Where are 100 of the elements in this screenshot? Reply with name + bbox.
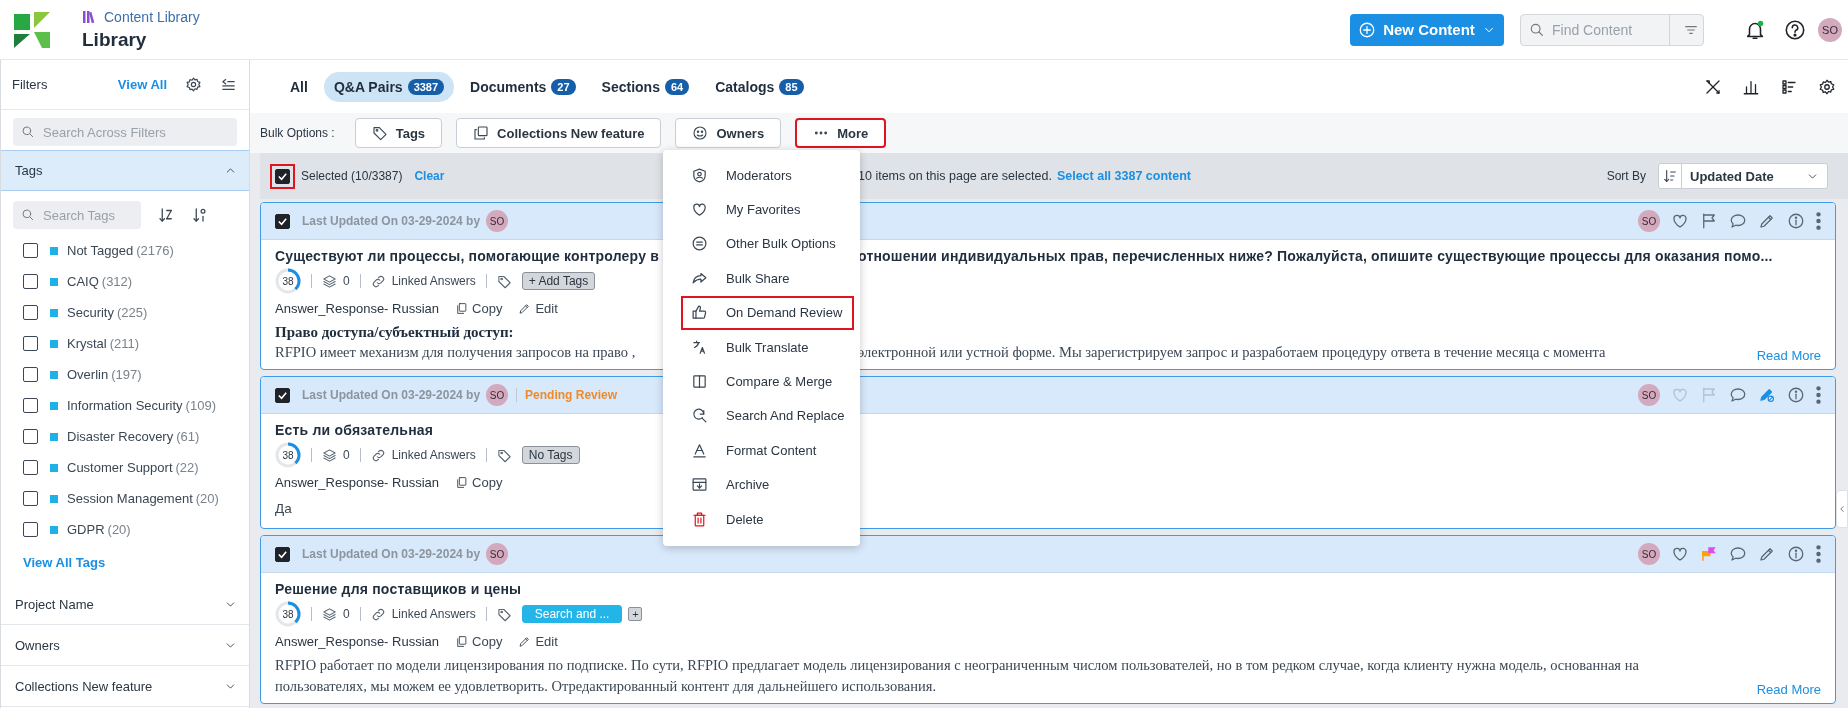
tag-checkbox[interactable] — [23, 336, 38, 351]
tag-checkbox[interactable] — [23, 460, 38, 475]
answer-text: электронной или устной форме. Мы зарегистрируем запрос и разработаем процедуру ответа в течение месяца с момента — [858, 343, 1606, 362]
view-all-link[interactable]: View All — [117, 77, 167, 92]
bulk-option-button[interactable]: Collections New feature — [456, 118, 662, 148]
link-icon — [370, 273, 386, 289]
tag-label: Customer Support — [67, 460, 173, 475]
pencil-icon — [518, 634, 532, 648]
tag-color-square — [50, 432, 58, 441]
edit-link[interactable]: Edit — [518, 300, 558, 316]
tag-checkbox[interactable] — [23, 491, 38, 506]
search-input[interactable]: Find Content — [1550, 20, 1660, 39]
filter-section-header[interactable]: Tags — [1, 150, 249, 191]
tag-checkbox[interactable] — [23, 274, 38, 289]
smiley-icon — [692, 125, 709, 141]
menu-item[interactable]: My Favorites — [681, 192, 854, 227]
edit-link[interactable]: Edit — [518, 633, 558, 649]
sort-dropdown[interactable]: Updated Date — [1682, 163, 1828, 189]
card-checkbox[interactable] — [275, 546, 290, 562]
settings-icon — [1818, 77, 1836, 96]
heart-icon — [691, 201, 708, 219]
select-all-checkbox[interactable] — [275, 168, 290, 184]
sort-order-button[interactable] — [1658, 163, 1682, 189]
search-input[interactable]: Search Across Filters — [41, 123, 237, 141]
search-refresh-icon — [691, 407, 708, 425]
tab[interactable]: Documents 27 — [460, 71, 586, 102]
checkmark-icon — [277, 548, 288, 560]
sort-by-label: Sort By — [1606, 169, 1646, 183]
app-name[interactable]: Content Library — [104, 8, 200, 25]
search-icon — [21, 125, 35, 139]
tag-color-square — [50, 525, 58, 534]
layers-icon — [322, 273, 337, 289]
bell-icon — [1744, 18, 1766, 41]
tab[interactable]: All — [280, 71, 318, 102]
count-badge: 3387 — [407, 78, 445, 95]
user-avatar[interactable]: SO — [1818, 17, 1842, 42]
tag-checkbox[interactable] — [23, 367, 38, 382]
menu-item[interactable]: Search And Replace — [681, 398, 854, 434]
tag-search-field[interactable]: Search Tags — [13, 201, 141, 229]
filter-search-field[interactable]: Search Across Filters — [13, 118, 237, 146]
linked-answers-text: Linked Answers — [391, 607, 476, 621]
answer-text: RFPIO имеет механизм для получения запросов на право , — [275, 343, 637, 362]
menu-item[interactable]: Bulk Share — [681, 261, 854, 296]
bulk-option-button[interactable]: More — [795, 118, 887, 148]
bulk-option-button[interactable]: Tags — [354, 118, 443, 148]
copy-link[interactable]: Copy — [455, 300, 503, 316]
checkmark-icon — [277, 215, 288, 227]
tag-color-square — [50, 246, 58, 255]
tag-count: (61) — [176, 429, 200, 444]
plus-circle-icon — [1358, 20, 1377, 39]
read-more-link[interactable]: Read More — [1756, 348, 1821, 363]
menu-item[interactable]: Bulk Translate — [681, 329, 854, 365]
menu-item[interactable]: Delete — [681, 501, 854, 537]
tag-color-square — [50, 308, 58, 317]
menu-item[interactable]: Archive — [681, 467, 854, 502]
copy-icon — [455, 475, 469, 489]
bulk-option-button[interactable]: Owners — [675, 118, 782, 148]
selected-count: Selected (10/3387) — [301, 169, 403, 183]
tag-chip[interactable]: + Add Tags — [521, 272, 596, 290]
copy-link[interactable]: Copy — [455, 633, 503, 649]
owner-avatar: SO — [1638, 384, 1660, 406]
version-count: 0 — [343, 274, 350, 288]
menu-item[interactable]: Moderators — [681, 158, 854, 193]
owner-avatar: SO — [486, 543, 509, 565]
copy-icon — [455, 301, 469, 315]
question-title[interactable]: Существуют ли процессы, помогающие контролеру в — [275, 244, 661, 268]
menu-item[interactable]: Other Bulk Options — [681, 226, 854, 262]
read-more-link[interactable]: Read More — [1756, 682, 1821, 697]
search-icon — [21, 208, 35, 222]
menu-item[interactable]: Compare & Merge — [681, 364, 854, 399]
card-checkbox[interactable] — [275, 387, 290, 403]
tag-checkbox[interactable] — [23, 522, 38, 537]
tab[interactable]: Sections 64 — [591, 71, 700, 102]
checkmark-icon — [277, 170, 288, 182]
tag-count: (20) — [195, 491, 219, 506]
linked-answers-text: Linked Answers — [391, 274, 476, 288]
bulk-options-label: Bulk Options : — [260, 126, 335, 140]
tag-checkbox[interactable] — [23, 243, 38, 258]
copy-link[interactable]: Copy — [455, 474, 503, 490]
menu-item[interactable]: On Demand Review — [681, 295, 854, 330]
card-checkbox[interactable] — [275, 213, 290, 229]
logo-icon[interactable] — [12, 9, 52, 50]
menu-item[interactable]: Format Content — [681, 433, 854, 468]
tag-checkbox[interactable] — [23, 398, 38, 413]
find-content-field[interactable]: Find Content — [1520, 13, 1704, 46]
add-tag-button[interactable]: + — [628, 607, 643, 621]
score-ring: 38 — [275, 601, 301, 627]
count-badge: 64 — [664, 78, 690, 95]
question-title[interactable]: Решение для поставщиков и цены — [275, 577, 1821, 601]
columns-icon — [691, 373, 708, 391]
tab[interactable]: Catalogs 85 — [705, 71, 814, 102]
tag-checkbox[interactable] — [23, 305, 38, 320]
tab[interactable]: Q&A Pairs 3387 — [323, 71, 455, 102]
checkmark-icon — [277, 389, 288, 401]
help-icon — [1784, 18, 1806, 41]
tag-checkbox[interactable] — [23, 429, 38, 444]
question-title[interactable]: отношении индивидуальных прав, перечисленных ниже? Пожалуйста, опишите существующие процессы для оказания помо... — [858, 244, 1821, 268]
search-input[interactable]: Search Tags — [41, 206, 141, 224]
tag-count: (312) — [101, 274, 133, 289]
tag-count: (20) — [107, 522, 131, 537]
